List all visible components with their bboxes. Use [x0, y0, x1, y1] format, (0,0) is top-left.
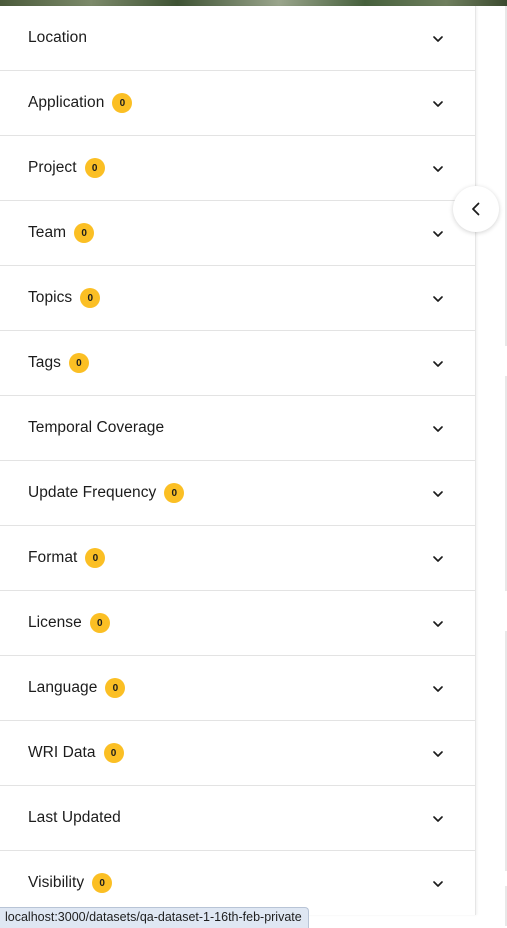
- chevron-down-icon[interactable]: [431, 422, 445, 436]
- chevron-down-icon[interactable]: [431, 877, 445, 891]
- results-pane-edge: [476, 6, 507, 928]
- filter-label: License: [28, 614, 82, 631]
- chevron-down-icon[interactable]: [431, 162, 445, 176]
- filter-row-format[interactable]: Format 0: [0, 526, 475, 591]
- filter-label: Location: [28, 29, 88, 46]
- filter-label: Last Updated: [28, 809, 121, 826]
- filter-label: Project: [28, 159, 77, 176]
- count-badge: 0: [68, 353, 89, 373]
- filter-label: Visibility: [28, 874, 85, 891]
- filter-row-project[interactable]: Project 0: [0, 136, 475, 201]
- count-badge: 0: [105, 678, 126, 698]
- chevron-down-icon[interactable]: [431, 487, 445, 501]
- count-badge: 0: [80, 288, 101, 308]
- chevron-down-icon[interactable]: [431, 682, 445, 696]
- chevron-down-icon[interactable]: [431, 227, 445, 241]
- filter-label: WRI Data: [28, 744, 96, 761]
- filter-label: Format: [28, 549, 78, 566]
- chevron-down-icon[interactable]: [431, 32, 445, 46]
- filter-row-license[interactable]: License 0: [0, 591, 475, 656]
- filter-row-application[interactable]: Application 0: [0, 71, 475, 136]
- count-badge: 0: [85, 548, 106, 568]
- collapse-panel-button[interactable]: [453, 186, 499, 232]
- chevron-down-icon[interactable]: [431, 812, 445, 826]
- chevron-down-icon[interactable]: [431, 552, 445, 566]
- filter-label: Language: [28, 679, 98, 696]
- chevron-down-icon[interactable]: [431, 357, 445, 371]
- page: Location Application 0 Project 0 Team 0 Topics 0…: [0, 0, 507, 928]
- count-badge: 0: [92, 873, 113, 893]
- count-badge: 0: [84, 158, 105, 178]
- filter-panel: Location Application 0 Project 0 Team 0 Topics 0…: [0, 6, 476, 915]
- filter-row-team[interactable]: Team 0: [0, 201, 475, 266]
- count-badge: 0: [89, 613, 110, 633]
- chevron-left-icon: [472, 202, 480, 216]
- filter-label: Topics: [28, 289, 73, 306]
- chevron-down-icon[interactable]: [431, 292, 445, 306]
- filter-label: Team: [28, 224, 67, 241]
- chevron-down-icon[interactable]: [431, 97, 445, 111]
- chevron-down-icon[interactable]: [431, 747, 445, 761]
- count-badge: 0: [103, 743, 124, 763]
- count-badge: 0: [112, 93, 133, 113]
- filter-label: Temporal Coverage: [28, 419, 165, 436]
- browser-status-bar: localhost:3000/datasets/qa-dataset-1-16t…: [0, 907, 309, 928]
- filter-row-topics[interactable]: Topics 0: [0, 266, 475, 331]
- filter-label: Update Frequency: [28, 484, 157, 501]
- chevron-down-icon[interactable]: [431, 617, 445, 631]
- filter-row-temporal-coverage[interactable]: Temporal Coverage: [0, 396, 475, 461]
- filter-row-tags[interactable]: Tags 0: [0, 331, 475, 396]
- filter-row-visibility[interactable]: Visibility 0: [0, 851, 475, 915]
- count-badge: 0: [74, 223, 95, 243]
- filter-label: Application: [28, 94, 105, 111]
- filter-row-update-frequency[interactable]: Update Frequency 0: [0, 461, 475, 526]
- count-badge: 0: [164, 483, 185, 503]
- filter-row-wri-data[interactable]: WRI Data 0: [0, 721, 475, 786]
- filter-label: Tags: [28, 354, 61, 371]
- filter-row-location[interactable]: Location: [0, 6, 475, 71]
- filter-row-last-updated[interactable]: Last Updated: [0, 786, 475, 851]
- filter-row-language[interactable]: Language 0: [0, 656, 475, 721]
